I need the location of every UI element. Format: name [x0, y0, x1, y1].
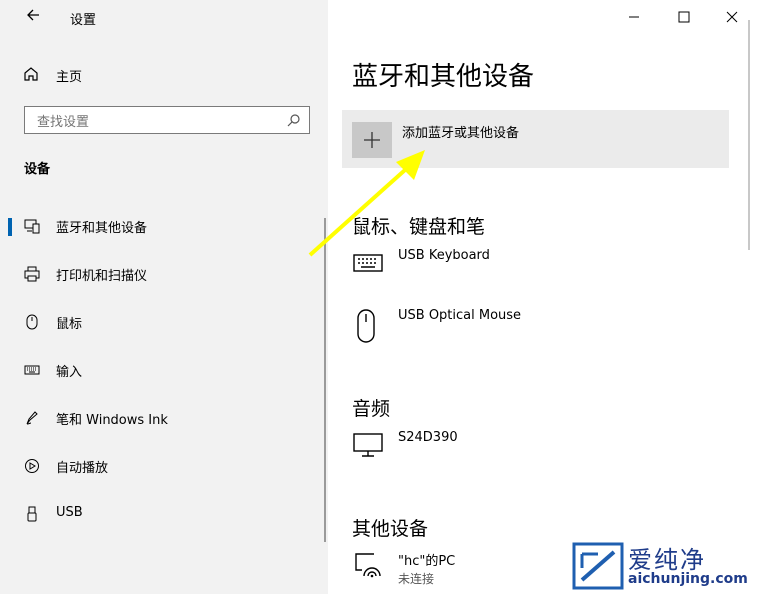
device-item[interactable]: USB Optical Mouse: [352, 308, 712, 358]
group-title-other-devices: 其他设备: [352, 518, 429, 540]
main-scrollbar[interactable]: [748, 20, 750, 250]
back-arrow-icon[interactable]: [22, 6, 44, 28]
sidebar-item-mouse[interactable]: 鼠标: [0, 302, 320, 342]
device-name: USB Optical Mouse: [398, 308, 522, 323]
sidebar-item-usb[interactable]: USB: [0, 494, 320, 534]
monitor-icon: [353, 433, 383, 457]
watermark-logo-icon: [572, 542, 624, 590]
pen-icon: [26, 411, 38, 425]
sidebar-item-autoplay[interactable]: 自动播放: [0, 446, 320, 486]
window-title: 设置: [70, 13, 97, 28]
watermark-url: aichunjing.com: [628, 571, 748, 587]
watermark: 爱纯净 aichunjing.com: [560, 538, 761, 594]
sidebar-item-label: 打印机和扫描仪: [56, 269, 148, 284]
sidebar-scrollbar[interactable]: [324, 218, 326, 542]
home-icon[interactable]: [22, 60, 40, 88]
device-status: 未连接: [398, 572, 435, 586]
sidebar-item-label: 蓝牙和其他设备: [56, 221, 148, 236]
group-title-audio: 音频: [352, 398, 391, 420]
home-link[interactable]: 主页: [56, 66, 82, 85]
mouse-icon: [357, 309, 375, 343]
device-name: S24D390: [398, 430, 458, 445]
sidebar-item-label: USB: [56, 505, 83, 520]
add-device-label: 添加蓝牙或其他设备: [402, 126, 520, 141]
sidebar-item-label: 输入: [56, 365, 83, 380]
sidebar-item-pen[interactable]: 笔和 Windows Ink: [0, 398, 320, 438]
device-name: "hc"的PC: [398, 554, 456, 569]
close-icon[interactable]: [718, 6, 746, 28]
section-title: 设备: [24, 162, 51, 177]
annotation-arrow-icon: [308, 150, 425, 257]
search-box[interactable]: [24, 106, 310, 134]
page-title: 蓝牙和其他设备: [352, 62, 535, 92]
minimize-icon[interactable]: [620, 6, 648, 28]
usb-icon: [27, 506, 37, 522]
bluetooth-devices-icon: [24, 219, 40, 234]
sidebar-item-label: 自动播放: [56, 461, 109, 476]
sidebar-item-label: 笔和 Windows Ink: [56, 413, 168, 428]
sidebar-item-printers[interactable]: 打印机和扫描仪: [0, 254, 320, 294]
autoplay-icon: [25, 459, 39, 473]
sidebar-item-typing[interactable]: 输入: [0, 350, 320, 390]
selection-indicator: [8, 218, 12, 236]
device-item[interactable]: S24D390: [352, 430, 712, 480]
mouse-icon: [26, 314, 38, 330]
sidebar: 设置 主页 设备 蓝牙和其他设备 打印机和扫描仪 鼠标 输入 笔和 Window…: [0, 0, 328, 594]
printer-icon: [24, 266, 40, 282]
maximize-icon[interactable]: [670, 6, 698, 28]
watermark-brand: 爱纯净: [628, 546, 706, 574]
sidebar-item-bluetooth[interactable]: 蓝牙和其他设备: [0, 206, 320, 246]
keyboard-icon: [24, 365, 40, 375]
search-input[interactable]: [35, 111, 289, 131]
sidebar-item-label: 鼠标: [56, 317, 83, 332]
search-icon[interactable]: [287, 113, 301, 127]
wireless-display-icon: [355, 553, 381, 578]
